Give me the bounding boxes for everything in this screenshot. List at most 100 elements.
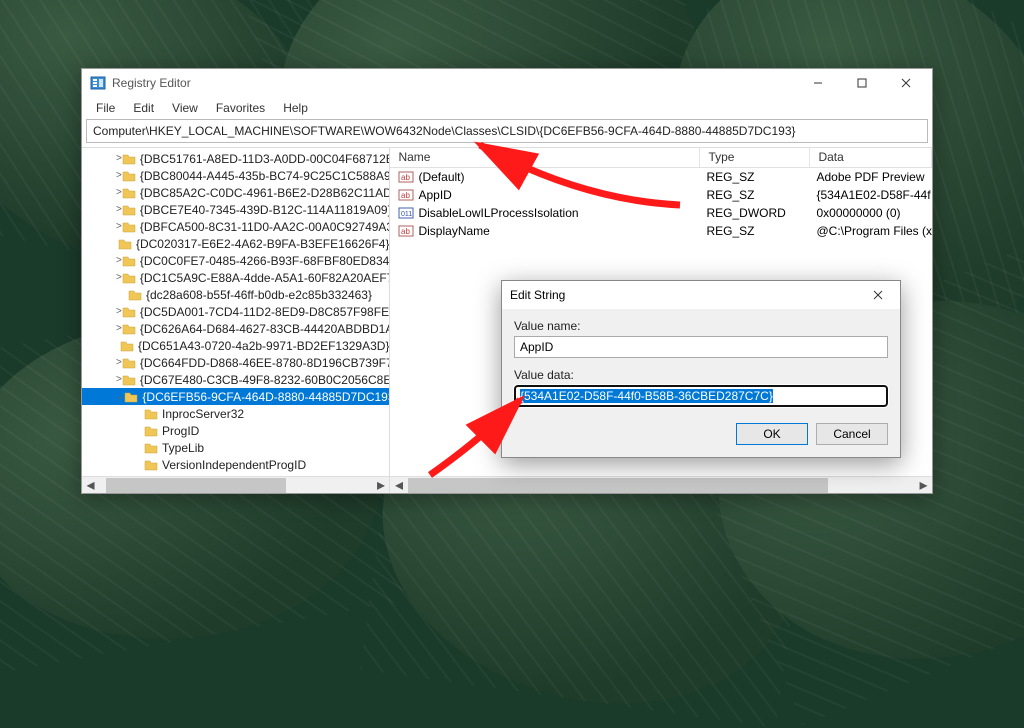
svg-text:ab: ab [401, 191, 410, 200]
value-name: DisplayName [418, 224, 698, 238]
dialog-title: Edit String [510, 288, 864, 302]
window-title: Registry Editor [112, 76, 796, 90]
tree-item[interactable]: >{DC626A64-D684-4627-83CB-44420ABDBD1A} [82, 320, 389, 337]
folder-icon [122, 323, 136, 335]
key-tree[interactable]: >{DBC51761-A8ED-11D3-A0DD-00C04F68712B}>… [82, 148, 390, 493]
tree-item[interactable]: TypeLib [82, 439, 389, 456]
folder-icon [118, 238, 132, 250]
value-row[interactable]: abDisplayNameREG_SZ@C:\Program Files (x [390, 222, 932, 240]
tree-item[interactable]: >{DC5DA001-7CD4-11D2-8ED9-D8C857F98FE3} [82, 303, 389, 320]
regedit-app-icon [90, 75, 106, 91]
folder-icon [144, 459, 158, 471]
tree-item[interactable]: >{DBC51761-A8ED-11D3-A0DD-00C04F68712B} [82, 150, 389, 167]
folder-icon [128, 289, 142, 301]
folder-icon [122, 204, 136, 216]
value-type: REG_SZ [698, 188, 808, 202]
tree-item[interactable]: InprocServer32 [82, 405, 389, 422]
value-list-header: Name Type Data [390, 148, 932, 168]
tree-item-label: {DC626A64-D684-4627-83CB-44420ABDBD1A} [140, 322, 391, 336]
tree-item[interactable]: >{DBC85A2C-C0DC-4961-B6E2-D28B62C11AD4} [82, 184, 389, 201]
value-name-field[interactable] [514, 336, 888, 358]
tree-item[interactable]: >{DC1C5A9C-E88A-4dde-A5A1-60F82A20AEF7} [82, 269, 389, 286]
tree-item-label: {DBFCA500-8C31-11D0-AA2C-00A0C92749A3} [140, 220, 391, 234]
value-name: (Default) [418, 170, 698, 184]
column-header-type[interactable]: Type [700, 148, 810, 167]
menubar: File Edit View Favorites Help [82, 97, 932, 119]
tree-item-label: {DC0C0FE7-0485-4266-B93F-68FBF80ED834} [140, 254, 391, 268]
tree-item-label: VersionIndependentProgID [162, 458, 306, 472]
column-header-name[interactable]: Name [390, 148, 700, 167]
column-header-data[interactable]: Data [810, 148, 932, 167]
tree-item-label: ProgID [162, 424, 199, 438]
value-row[interactable]: ab(Default)REG_SZAdobe PDF Preview [390, 168, 932, 186]
value-name: DisableLowILProcessIsolation [418, 206, 698, 220]
value-data: @C:\Program Files (x [808, 224, 932, 238]
tree-item-label: {DC651A43-0720-4a2b-9971-BD2EF1329A3D} [138, 339, 390, 353]
scroll-left-icon[interactable]: ◂ [390, 477, 407, 494]
menu-file[interactable]: File [88, 99, 123, 117]
address-bar[interactable]: Computer\HKEY_LOCAL_MACHINE\SOFTWARE\WOW… [86, 119, 928, 143]
value-type: REG_SZ [698, 224, 808, 238]
folder-icon [122, 221, 136, 233]
dialog-close-button[interactable] [864, 281, 892, 309]
menu-view[interactable]: View [164, 99, 206, 117]
tree-item-label: {DC020317-E6E2-4A62-B9FA-B3EFE16626F4} [136, 237, 390, 251]
dword-value-icon: 011 [398, 205, 414, 221]
tree-item-label: {DBC85A2C-C0DC-4961-B6E2-D28B62C11AD4} [140, 186, 391, 200]
value-row[interactable]: 011 DisableLowILProcessIsolationREG_DWORD… [390, 204, 932, 222]
folder-icon [122, 153, 136, 165]
menu-favorites[interactable]: Favorites [208, 99, 273, 117]
folder-icon [122, 255, 136, 267]
scrollbar-thumb[interactable] [408, 478, 828, 493]
tree-item[interactable]: {dc28a608-b55f-46ff-b0db-e2c85b332463} [82, 286, 389, 303]
scroll-left-icon[interactable]: ◂ [82, 477, 99, 494]
titlebar[interactable]: Registry Editor [82, 69, 932, 97]
svg-text:011: 011 [401, 211, 412, 218]
tree-item[interactable]: ProgID [82, 422, 389, 439]
scroll-right-icon[interactable]: ▸ [915, 477, 932, 494]
value-data: 0x00000000 (0) [808, 206, 932, 220]
ok-button[interactable]: OK [736, 423, 808, 445]
edit-string-dialog: Edit String Value name: Value data: OK C… [501, 280, 901, 458]
menu-edit[interactable]: Edit [125, 99, 162, 117]
folder-icon [144, 408, 158, 420]
tree-item[interactable]: >{DBC80044-A445-435b-BC74-9C25C1C588A9} [82, 167, 389, 184]
string-value-icon: ab [398, 169, 414, 185]
value-type: REG_SZ [698, 170, 808, 184]
value-data-field[interactable] [514, 385, 888, 407]
value-data: {534A1E02-D58F-44f [808, 188, 932, 202]
tree-item-label: {DC664FDD-D868-46EE-8780-8D196CB739F7} [140, 356, 391, 370]
string-value-icon: ab [398, 187, 414, 203]
value-row[interactable]: ab AppIDREG_SZ{534A1E02-D58F-44f [390, 186, 932, 204]
scroll-right-icon[interactable]: ▸ [372, 477, 389, 494]
values-scrollbar-h[interactable]: ◂ ▸ [390, 476, 932, 493]
maximize-button[interactable] [840, 69, 884, 97]
tree-item[interactable]: >{DC664FDD-D868-46EE-8780-8D196CB739F7} [82, 354, 389, 371]
value-type: REG_DWORD [698, 206, 808, 220]
tree-item[interactable]: >{DC0C0FE7-0485-4266-B93F-68FBF80ED834} [82, 252, 389, 269]
tree-item[interactable]: >{DC67E480-C3CB-49F8-8232-60B0C2056C8E} [82, 371, 389, 388]
cancel-button[interactable]: Cancel [816, 423, 888, 445]
minimize-button[interactable] [796, 69, 840, 97]
tree-item[interactable]: {DC651A43-0720-4a2b-9971-BD2EF1329A3D} [82, 337, 389, 354]
close-button[interactable] [884, 69, 928, 97]
folder-icon [122, 170, 136, 182]
tree-item[interactable]: VersionIndependentProgID [82, 456, 389, 473]
folder-icon [144, 442, 158, 454]
value-name: AppID [418, 188, 698, 202]
value-data-label: Value data: [514, 368, 888, 382]
scrollbar-thumb[interactable] [106, 478, 286, 493]
folder-icon [122, 272, 136, 284]
folder-icon [122, 374, 136, 386]
menu-help[interactable]: Help [275, 99, 316, 117]
tree-item[interactable]: >{DBCE7E40-7345-439D-B12C-114A11819A09} [82, 201, 389, 218]
collapse-icon[interactable]: ⌄ [116, 391, 124, 402]
tree-item-label: {DBC80044-A445-435b-BC74-9C25C1C588A9} [140, 169, 391, 183]
tree-item[interactable]: >{DBFCA500-8C31-11D0-AA2C-00A0C92749A3} [82, 218, 389, 235]
tree-item[interactable]: ⌄{DC6EFB56-9CFA-464D-8880-44885D7DC193} [82, 388, 389, 405]
tree-scrollbar-h[interactable]: ◂ ▸ [82, 476, 389, 493]
tree-item[interactable]: {DC020317-E6E2-4A62-B9FA-B3EFE16626F4} [82, 235, 389, 252]
tree-item-label: {DC5DA001-7CD4-11D2-8ED9-D8C857F98FE3} [140, 305, 391, 319]
folder-icon [120, 340, 134, 352]
folder-icon [122, 306, 136, 318]
